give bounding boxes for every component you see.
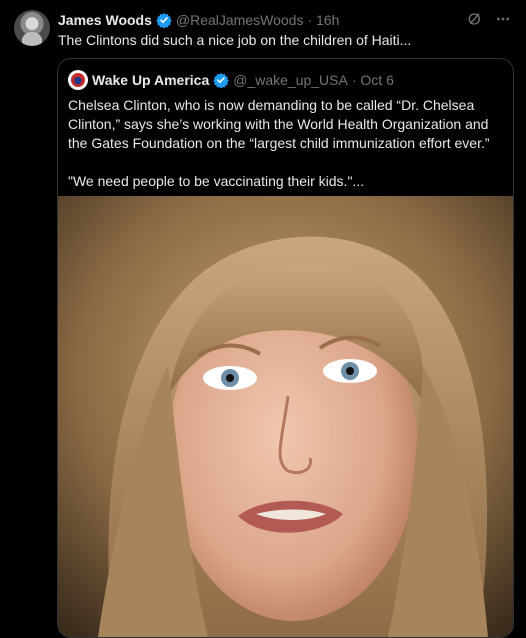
tweet: James Woods @RealJamesWoods · 16h The Cl… [0,0,526,638]
more-icon[interactable] [494,10,512,28]
post-time[interactable]: · 16h [307,12,339,28]
tweet-header: James Woods @RealJamesWoods · 16h [58,10,339,30]
author-avatar[interactable] [14,10,50,46]
verified-badge-icon [213,73,229,88]
quoted-author-handle[interactable]: @_wake_up_USA [233,72,348,88]
author-name[interactable]: James Woods [58,12,152,28]
grok-icon[interactable] [466,10,484,28]
quoted-tweet-text: Chelsea Clinton, who is now demanding to… [68,96,508,191]
quoted-post-time[interactable]: · Oct 6 [352,72,394,88]
quoted-paragraph-1: Chelsea Clinton, who is now demanding to… [68,97,490,151]
quoted-author-name[interactable]: Wake Up America [92,72,209,88]
quoted-tweet[interactable]: Wake Up America @_wake_up_USA · Oct 6 Ch… [57,58,514,638]
quoted-author-avatar [68,70,88,90]
tweet-text: The Clintons did such a nice job on the … [58,32,412,48]
quoted-tweet-photo[interactable] [58,196,513,637]
tweet-tools [466,10,512,28]
verified-badge-icon [156,13,172,28]
quoted-tweet-header: Wake Up America @_wake_up_USA · Oct 6 [68,70,394,90]
quoted-paragraph-2: "We need people to be vaccinating their … [68,173,365,189]
author-handle[interactable]: @RealJamesWoods [176,12,304,28]
